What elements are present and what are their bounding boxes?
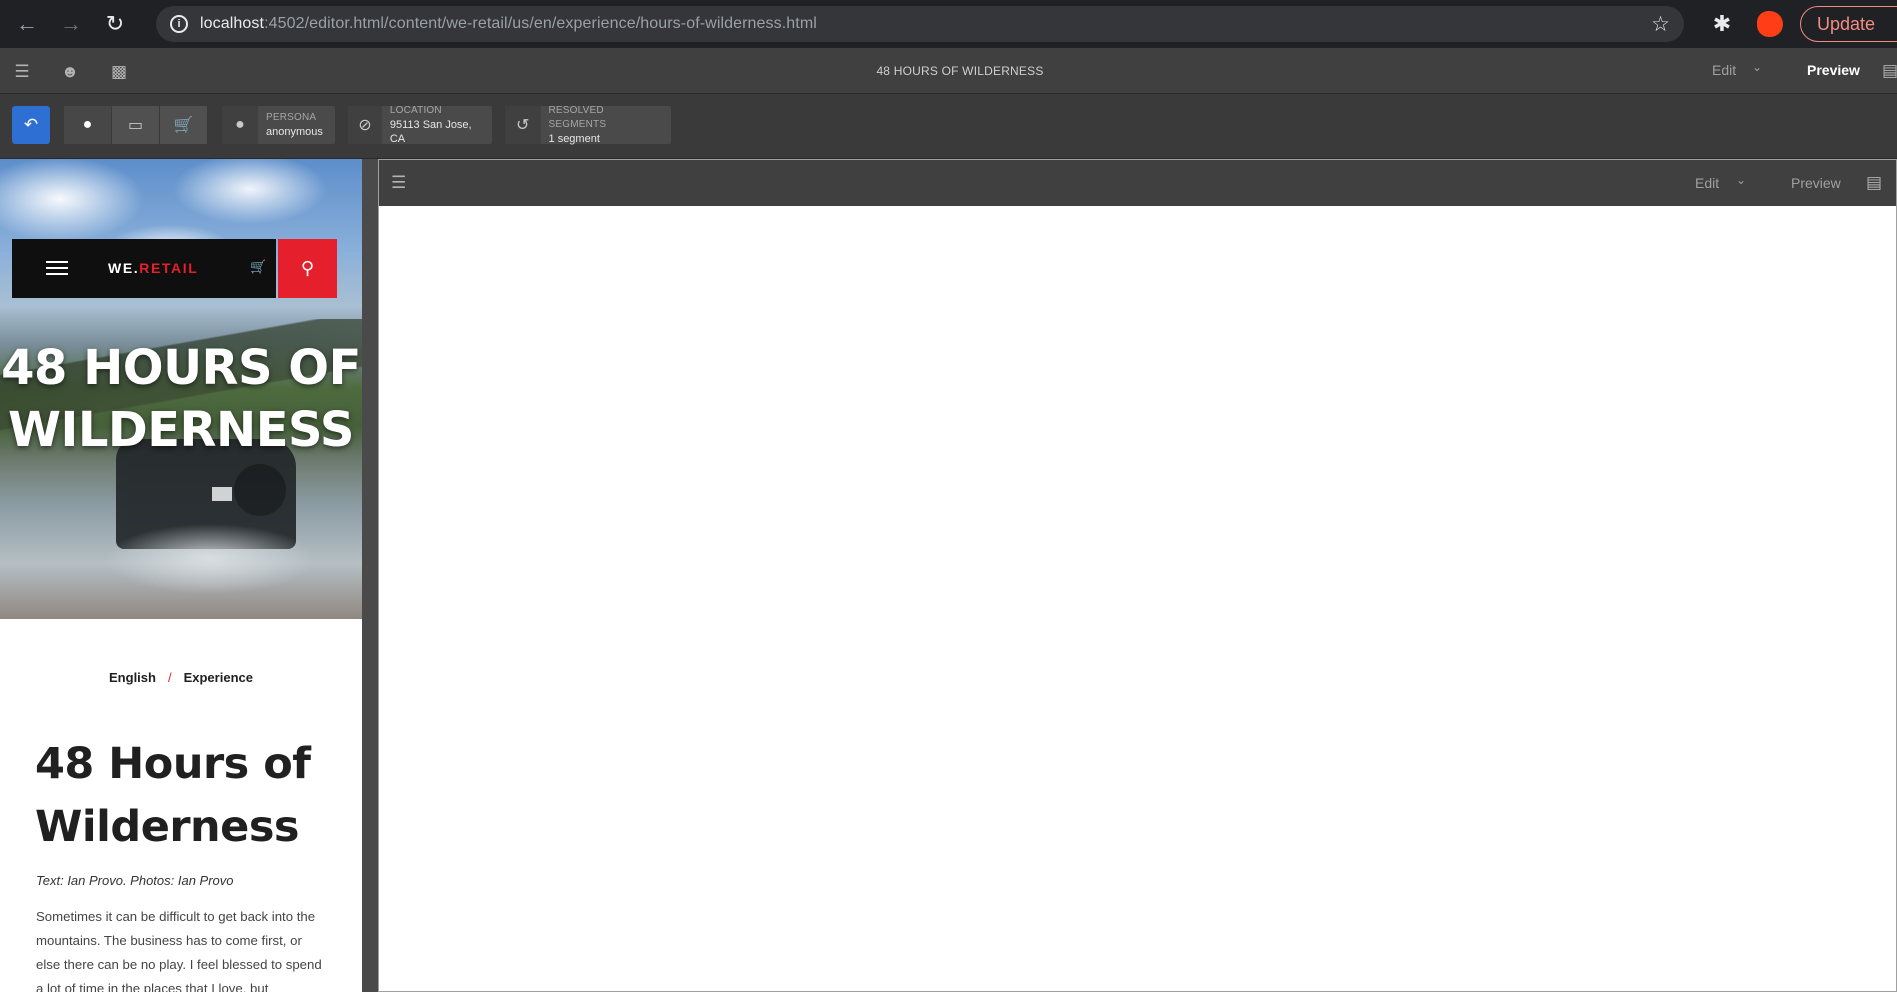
back-arrow-icon[interactable]: ← [10, 7, 44, 41]
forward-arrow-icon[interactable]: → [54, 7, 88, 41]
browser-toolbar: ← → ↻ i localhost:4502/editor.html/conte… [0, 0, 1897, 48]
breadcrumb-item-experience[interactable]: Experience [184, 670, 253, 685]
article-byline: Text: Ian Provo. Photos: Ian Provo [36, 873, 234, 888]
history-icon: ↺ [505, 106, 541, 144]
frame-edit-dropdown[interactable]: Edit [1695, 175, 1719, 191]
water-splash [60, 519, 360, 619]
segments-selector[interactable]: ↺ RESOLVED SEGMENTS 1 segment [505, 105, 671, 145]
url-path: :4502/editor.html/content/we-retail/us/e… [264, 15, 817, 32]
preview-button[interactable]: Preview [1807, 62, 1860, 78]
license-plate [212, 487, 232, 501]
profile-avatar-icon[interactable] [1757, 11, 1783, 37]
cart-icon[interactable]: 🛒 [160, 106, 208, 144]
location-off-icon: ⊘ [348, 106, 382, 144]
page-title: 48 HOURS OF WILDERNESS [876, 64, 1044, 78]
persona-selector[interactable]: ● PERSONA anonymous [222, 106, 335, 144]
page-properties-icon[interactable]: ☰ [391, 173, 406, 193]
frame-preview-button[interactable]: Preview [1791, 175, 1841, 191]
annotate-icon[interactable]: ▤ [1866, 173, 1882, 193]
targeting-toolbar: ↶ ● ▭ 🛒 ● PERSONA anonymous ⊘ LOCATION 9… [0, 94, 1897, 159]
site-logo[interactable]: WE.RETAIL [108, 260, 198, 276]
site-navbar: WE.RETAIL 🛒 [12, 239, 276, 298]
screen-icon[interactable]: ▭ [112, 106, 160, 144]
info-icon[interactable]: i [170, 15, 188, 33]
segments-value: 1 segment [548, 133, 600, 145]
spare-wheel [234, 464, 286, 516]
device-selector: ● ▭ 🛒 [64, 106, 208, 144]
extensions-puzzle-icon[interactable]: ✱ [1708, 10, 1736, 38]
article-title: 48 Hours of Wilderness [35, 739, 311, 852]
chevron-down-icon[interactable]: ⌄ [1736, 173, 1746, 187]
page-preview: WE.RETAIL 🛒 ⚲ 48 HOURS OF WILDERNESS Eng… [0, 159, 362, 992]
hero-title: 48 HOURS OF WILDERNESS [1, 340, 361, 458]
update-button[interactable]: Update [1800, 6, 1897, 42]
edit-mode-dropdown[interactable]: Edit [1712, 62, 1736, 78]
cart-icon[interactable]: 🛒 [250, 259, 266, 275]
search-button[interactable]: ⚲ [278, 239, 337, 298]
location-label: LOCATION [389, 105, 442, 116]
bookmark-star-icon[interactable]: ☆ [1651, 12, 1670, 37]
hamburger-menu-icon[interactable] [46, 261, 68, 275]
search-icon: ⚲ [300, 258, 315, 278]
address-bar[interactable]: i localhost:4502/editor.html/content/we-… [156, 6, 1684, 42]
segments-label: RESOLVED SEGMENTS [548, 105, 607, 130]
location-selector[interactable]: ⊘ LOCATION 95113 San Jose, CA [348, 105, 492, 145]
reload-icon[interactable]: ↻ [98, 7, 132, 41]
undo-icon: ↶ [23, 115, 39, 134]
persona-value: anonymous [266, 126, 323, 138]
frame-canvas [379, 206, 1896, 991]
persona-label: PERSONA [266, 112, 317, 123]
url-text[interactable]: localhost:4502/editor.html/content/we-re… [200, 15, 817, 33]
article-body: Sometimes it can be difficult to get bac… [36, 909, 322, 992]
location-value: 95113 San Jose, CA [389, 119, 472, 145]
emulated-editor-frame: ☰ Edit ⌄ Preview ▤ [378, 159, 1897, 992]
breadcrumb-item-english[interactable]: English [109, 670, 156, 685]
annotate-icon[interactable]: ▤ [1882, 61, 1897, 81]
breadcrumb: English / Experience [109, 670, 253, 685]
url-host: localhost [200, 15, 265, 32]
chevron-down-icon[interactable]: ⌄ [1752, 60, 1762, 74]
user-icon[interactable]: ● [64, 106, 112, 144]
person-icon: ● [222, 106, 258, 144]
editor-header: ☰ ☻ ▩ 48 HOURS OF WILDERNESS Edit ⌄ Prev… [0, 48, 1897, 94]
frame-editor-bar: ☰ Edit ⌄ Preview ▤ [379, 160, 1896, 206]
panel-divider[interactable] [362, 159, 378, 992]
reset-emulation-button[interactable]: ↶ [12, 106, 50, 144]
